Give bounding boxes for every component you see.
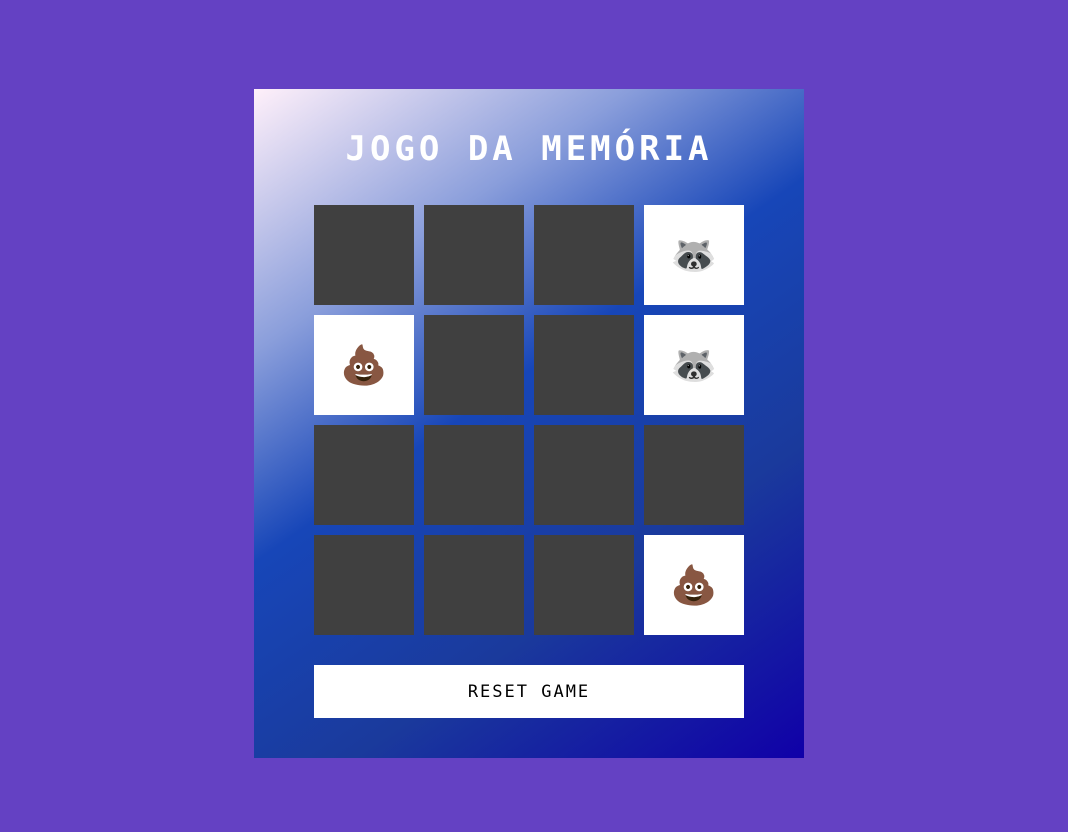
raccoon-icon: 🦝: [670, 232, 718, 277]
memory-card-revealed[interactable]: 💩: [314, 315, 414, 415]
game-container: JOGO DA MEMÓRIA 🦝 💩 🦝 💩 RESET GAME: [254, 89, 804, 758]
memory-card-hidden[interactable]: [644, 425, 744, 525]
memory-card-hidden[interactable]: [314, 205, 414, 305]
game-title: JOGO DA MEMÓRIA: [345, 129, 713, 169]
poop-icon: 💩: [670, 562, 718, 607]
memory-card-hidden[interactable]: [534, 205, 634, 305]
memory-card-hidden[interactable]: [534, 425, 634, 525]
memory-card-revealed[interactable]: 💩: [644, 535, 744, 635]
memory-card-hidden[interactable]: [424, 535, 524, 635]
poop-icon: 💩: [340, 342, 388, 387]
memory-card-revealed[interactable]: 🦝: [644, 205, 744, 305]
reset-game-button[interactable]: RESET GAME: [314, 665, 744, 718]
memory-card-hidden[interactable]: [534, 535, 634, 635]
memory-card-hidden[interactable]: [314, 535, 414, 635]
memory-card-hidden[interactable]: [424, 315, 524, 415]
memory-card-hidden[interactable]: [314, 425, 414, 525]
memory-card-revealed[interactable]: 🦝: [644, 315, 744, 415]
memory-card-hidden[interactable]: [424, 425, 524, 525]
memory-card-hidden[interactable]: [424, 205, 524, 305]
raccoon-icon: 🦝: [670, 342, 718, 387]
card-grid: 🦝 💩 🦝 💩: [314, 205, 744, 635]
memory-card-hidden[interactable]: [534, 315, 634, 415]
